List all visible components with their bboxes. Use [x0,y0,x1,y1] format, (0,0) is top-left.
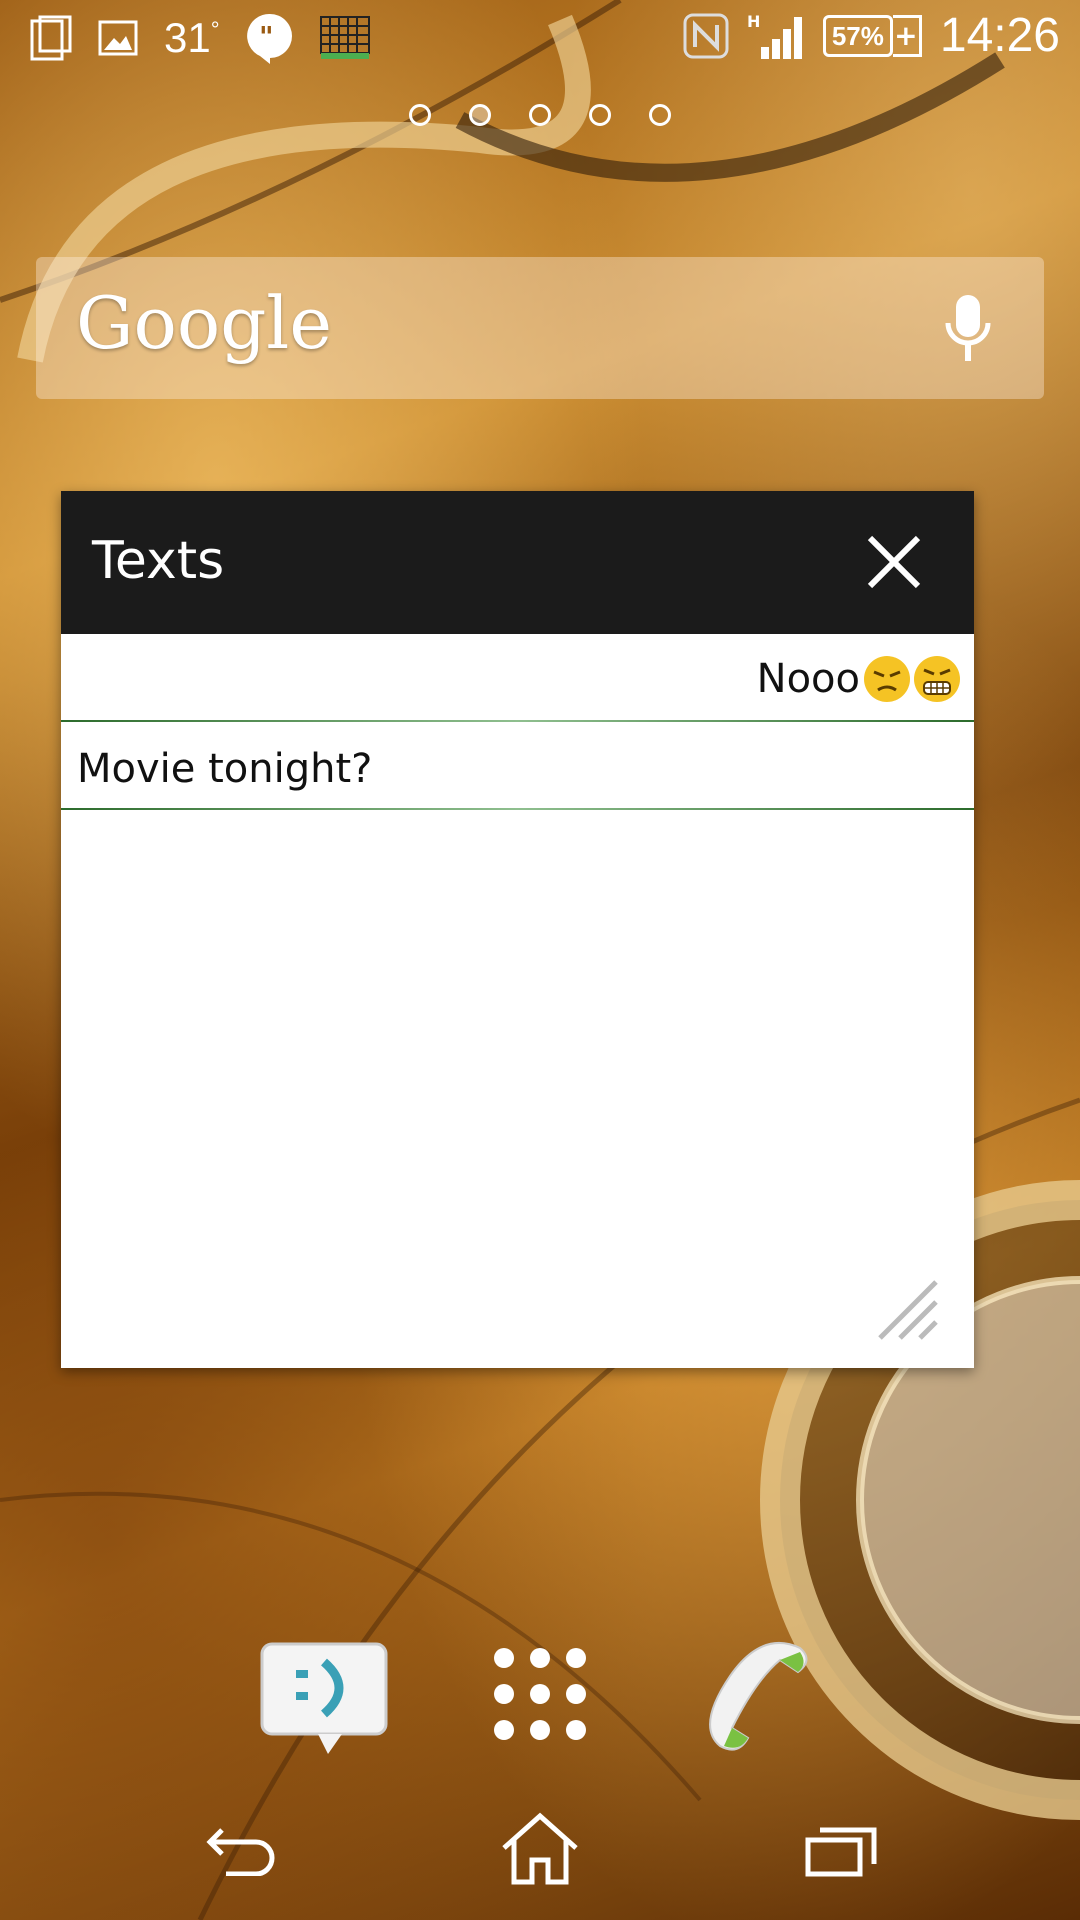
screenshot-icon [30,15,72,61]
message-text-container: Nooo [757,656,960,702]
phone-app-icon[interactable] [696,1630,816,1764]
message-text: Movie tonight? [77,746,373,792]
calendar-grid-icon [319,16,370,59]
nfc-icon [683,13,729,58]
home-icon[interactable] [500,1812,580,1886]
page-dot[interactable] [589,104,611,126]
resize-handle-icon[interactable] [878,1280,938,1340]
page-dot[interactable] [409,104,431,126]
grimacing-face-emoji [914,656,960,702]
svg-text:H: H [747,12,760,31]
page-indicator [0,104,1080,126]
gallery-icon [98,20,138,56]
hangouts-icon: " [246,13,292,64]
back-icon[interactable] [206,1820,280,1876]
svg-text:": " [259,20,274,53]
close-icon[interactable] [866,534,922,590]
signal-icon: H [747,12,802,59]
battery-icon: 57% + [822,14,922,57]
widget-title: Texts [92,531,225,591]
texts-widget: Texts Nooo Movie tonight? [61,491,974,1368]
message-text: Nooo [756,656,860,702]
recents-icon[interactable] [804,1824,878,1878]
messaging-app-icon[interactable] [258,1640,394,1764]
charging-icon: + [892,14,922,57]
message-divider [61,808,974,810]
page-dot[interactable] [529,104,551,126]
app-drawer-icon[interactable] [488,1642,592,1750]
page-dot[interactable] [649,104,671,126]
clock: 14:26 [939,9,1060,62]
battery-percent: 57% [822,14,893,57]
widget-header: Texts [61,491,974,634]
unamused-face-emoji [864,656,910,702]
message-row-incoming[interactable]: Movie tonight? [61,722,974,810]
google-search-bar[interactable]: Google [36,257,1044,399]
page-dot-active[interactable] [469,104,491,126]
mic-icon[interactable] [944,293,992,365]
google-logo: Google [76,281,332,365]
temperature-text: 31° [164,14,220,61]
message-row-outgoing[interactable]: Nooo [61,634,974,722]
status-bar: 31° " H 57% + 14:26 [0,0,1080,80]
